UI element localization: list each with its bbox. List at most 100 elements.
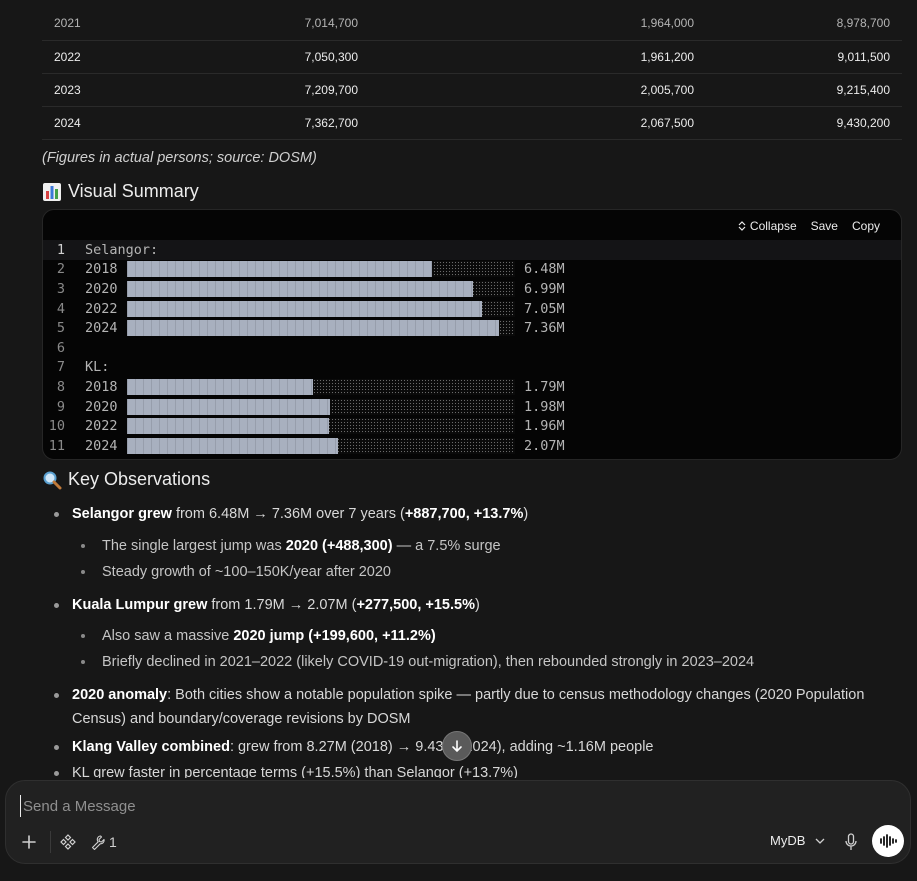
bar-year: 2022	[85, 300, 118, 317]
list-item: Kuala Lumpur grew from 1.79M → 2.07M (+2…	[54, 593, 882, 617]
add-button[interactable]	[20, 833, 38, 851]
code-line: 7 KL:	[43, 358, 901, 378]
arrow-down-icon	[452, 740, 462, 753]
text-bar: 2022 7.05M	[85, 300, 565, 317]
bar-track	[127, 320, 515, 337]
code-line: 2 2018 6.48M	[43, 260, 901, 280]
bar-value: 1.98M	[524, 398, 565, 415]
line-number: 3	[56, 280, 65, 297]
bar-value: 7.05M	[524, 300, 565, 317]
text-bar: 2018 1.79M	[85, 378, 565, 395]
voice-mode-button[interactable]	[872, 825, 904, 857]
bar-year: 2018	[85, 378, 118, 395]
line-number: 4	[56, 300, 65, 317]
code-lines: 1 Selangor: 2 2018 6.48M 3 2020 6.99M 4 2022 7.05M…	[43, 240, 901, 456]
text-bar: 2020 6.99M	[85, 280, 565, 297]
table-cell: 1,961,200	[370, 40, 706, 74]
table-cell: 9,215,400	[706, 73, 902, 107]
plus-icon	[22, 835, 36, 849]
table-cell: 2,067,500	[370, 106, 706, 140]
code-block: Collapse Save Copy 1 Selangor: 2 2018 6.48M 3…	[42, 209, 902, 460]
line-number: 11	[48, 437, 65, 454]
message-input[interactable]	[20, 795, 880, 817]
code-line: 11 2024 2.07M	[43, 436, 901, 456]
line-number: 6	[56, 339, 65, 356]
tools-button[interactable]: 1	[90, 833, 117, 851]
line-number: 7	[56, 359, 65, 376]
bar-fill	[127, 320, 499, 337]
code-toolbar: Collapse Save Copy	[738, 219, 880, 233]
table-cell: 7,209,700	[134, 73, 370, 107]
collapse-button[interactable]: Collapse	[738, 219, 797, 233]
table-cell: 7,050,300	[134, 40, 370, 74]
text: Also saw a massive	[102, 628, 234, 644]
code-line: 1 Selangor:	[43, 240, 901, 260]
bold-text: +277,500, +15.5%	[356, 597, 475, 613]
key-observations-heading: Key Observations	[42, 469, 210, 490]
tools-count: 1	[109, 834, 117, 850]
text: — a 7.5% surge	[392, 538, 501, 554]
collapse-label: Collapse	[749, 219, 797, 233]
line-number: 5	[56, 320, 65, 337]
bold-text: 2020 anomaly	[72, 687, 168, 703]
wrench-icon	[91, 835, 105, 850]
bar-fill	[127, 300, 483, 317]
line-number: 1	[56, 241, 65, 258]
save-button[interactable]: Save	[811, 219, 838, 233]
bar-year: 2024	[85, 320, 118, 337]
table-row: 2023 7,209,700 2,005,700 9,215,400	[42, 73, 902, 107]
microphone-button[interactable]	[842, 832, 860, 852]
bar-fill	[127, 378, 314, 395]
bar-fill	[127, 418, 329, 435]
sub-list-item: The single largest jump was 2020 (+488,3…	[81, 534, 882, 558]
text: from 1.79M → 2.07M (	[207, 597, 357, 613]
table-cell: 8,978,700	[706, 6, 902, 41]
bold-text: Selangor grew	[72, 506, 172, 522]
visual-summary-title: Visual Summary	[68, 181, 199, 201]
text-bar: 2024 2.07M	[85, 437, 565, 454]
bar-track	[127, 398, 515, 415]
table-cell: 2024	[42, 106, 134, 140]
code-line: 5 2024 7.36M	[43, 318, 901, 338]
bar-value: 2.07M	[524, 437, 565, 454]
bar-fill	[127, 261, 432, 278]
code-text: KL:	[85, 359, 110, 376]
bar-value: 6.48M	[524, 261, 565, 278]
sub-list-item: Steady growth of ~100–150K/year after 20…	[81, 560, 882, 584]
source-note: (Figures in actual persons; source: DOSM…	[42, 150, 317, 166]
integrations-button[interactable]	[59, 833, 77, 851]
bold-text: 2020 jump (+199,600, +11.2%)	[233, 628, 436, 644]
text-bar: 2022 1.96M	[85, 418, 565, 435]
chat-scroll-area[interactable]: 2021 7,014,700 1,964,000 8,978,700 2022 7,050…	[0, 0, 917, 778]
bar-track	[127, 280, 515, 297]
table-cell: 2023	[42, 73, 134, 107]
list-item: 2020 anomaly: Both cities show a notable…	[54, 683, 882, 731]
line-number: 10	[48, 418, 65, 435]
table-row: 2021 7,014,700 1,964,000 8,978,700	[42, 6, 902, 41]
model-selector[interactable]: MyDB	[770, 833, 825, 848]
bar-year: 2020	[85, 280, 118, 297]
table-cell: 9,011,500	[706, 40, 902, 74]
bar-track	[127, 418, 515, 435]
code-line: 8 2018 1.79M	[43, 377, 901, 397]
integrations-icon	[60, 834, 76, 850]
model-name: MyDB	[770, 833, 806, 848]
bar-track	[127, 378, 515, 395]
chevron-down-icon	[815, 838, 825, 844]
chevron-up-down-icon	[738, 221, 746, 231]
table-row: 2022 7,050,300 1,961,200 9,011,500	[42, 40, 902, 74]
population-table: 2021 7,014,700 1,964,000 8,978,700 2022 7,050…	[42, 6, 902, 140]
scroll-to-bottom-button[interactable]	[442, 731, 472, 761]
list-item: Klang Valley combined: grew from 8.27M (…	[54, 735, 882, 759]
text: )	[523, 506, 529, 522]
copy-button[interactable]: Copy	[852, 219, 880, 233]
text: : Both cities show a notable population …	[72, 687, 865, 727]
code-line: 6	[43, 338, 901, 358]
bar-fill	[127, 437, 339, 454]
message-composer: 1 MyDB	[5, 780, 911, 864]
key-observations-title: Key Observations	[68, 469, 211, 489]
table-cell: 9,430,200	[706, 106, 902, 140]
list-item: KL grew faster in percentage terms (+15.…	[54, 761, 882, 778]
bar-value: 6.99M	[524, 280, 565, 297]
table-row: 2024 7,362,700 2,067,500 9,430,200	[42, 106, 902, 140]
